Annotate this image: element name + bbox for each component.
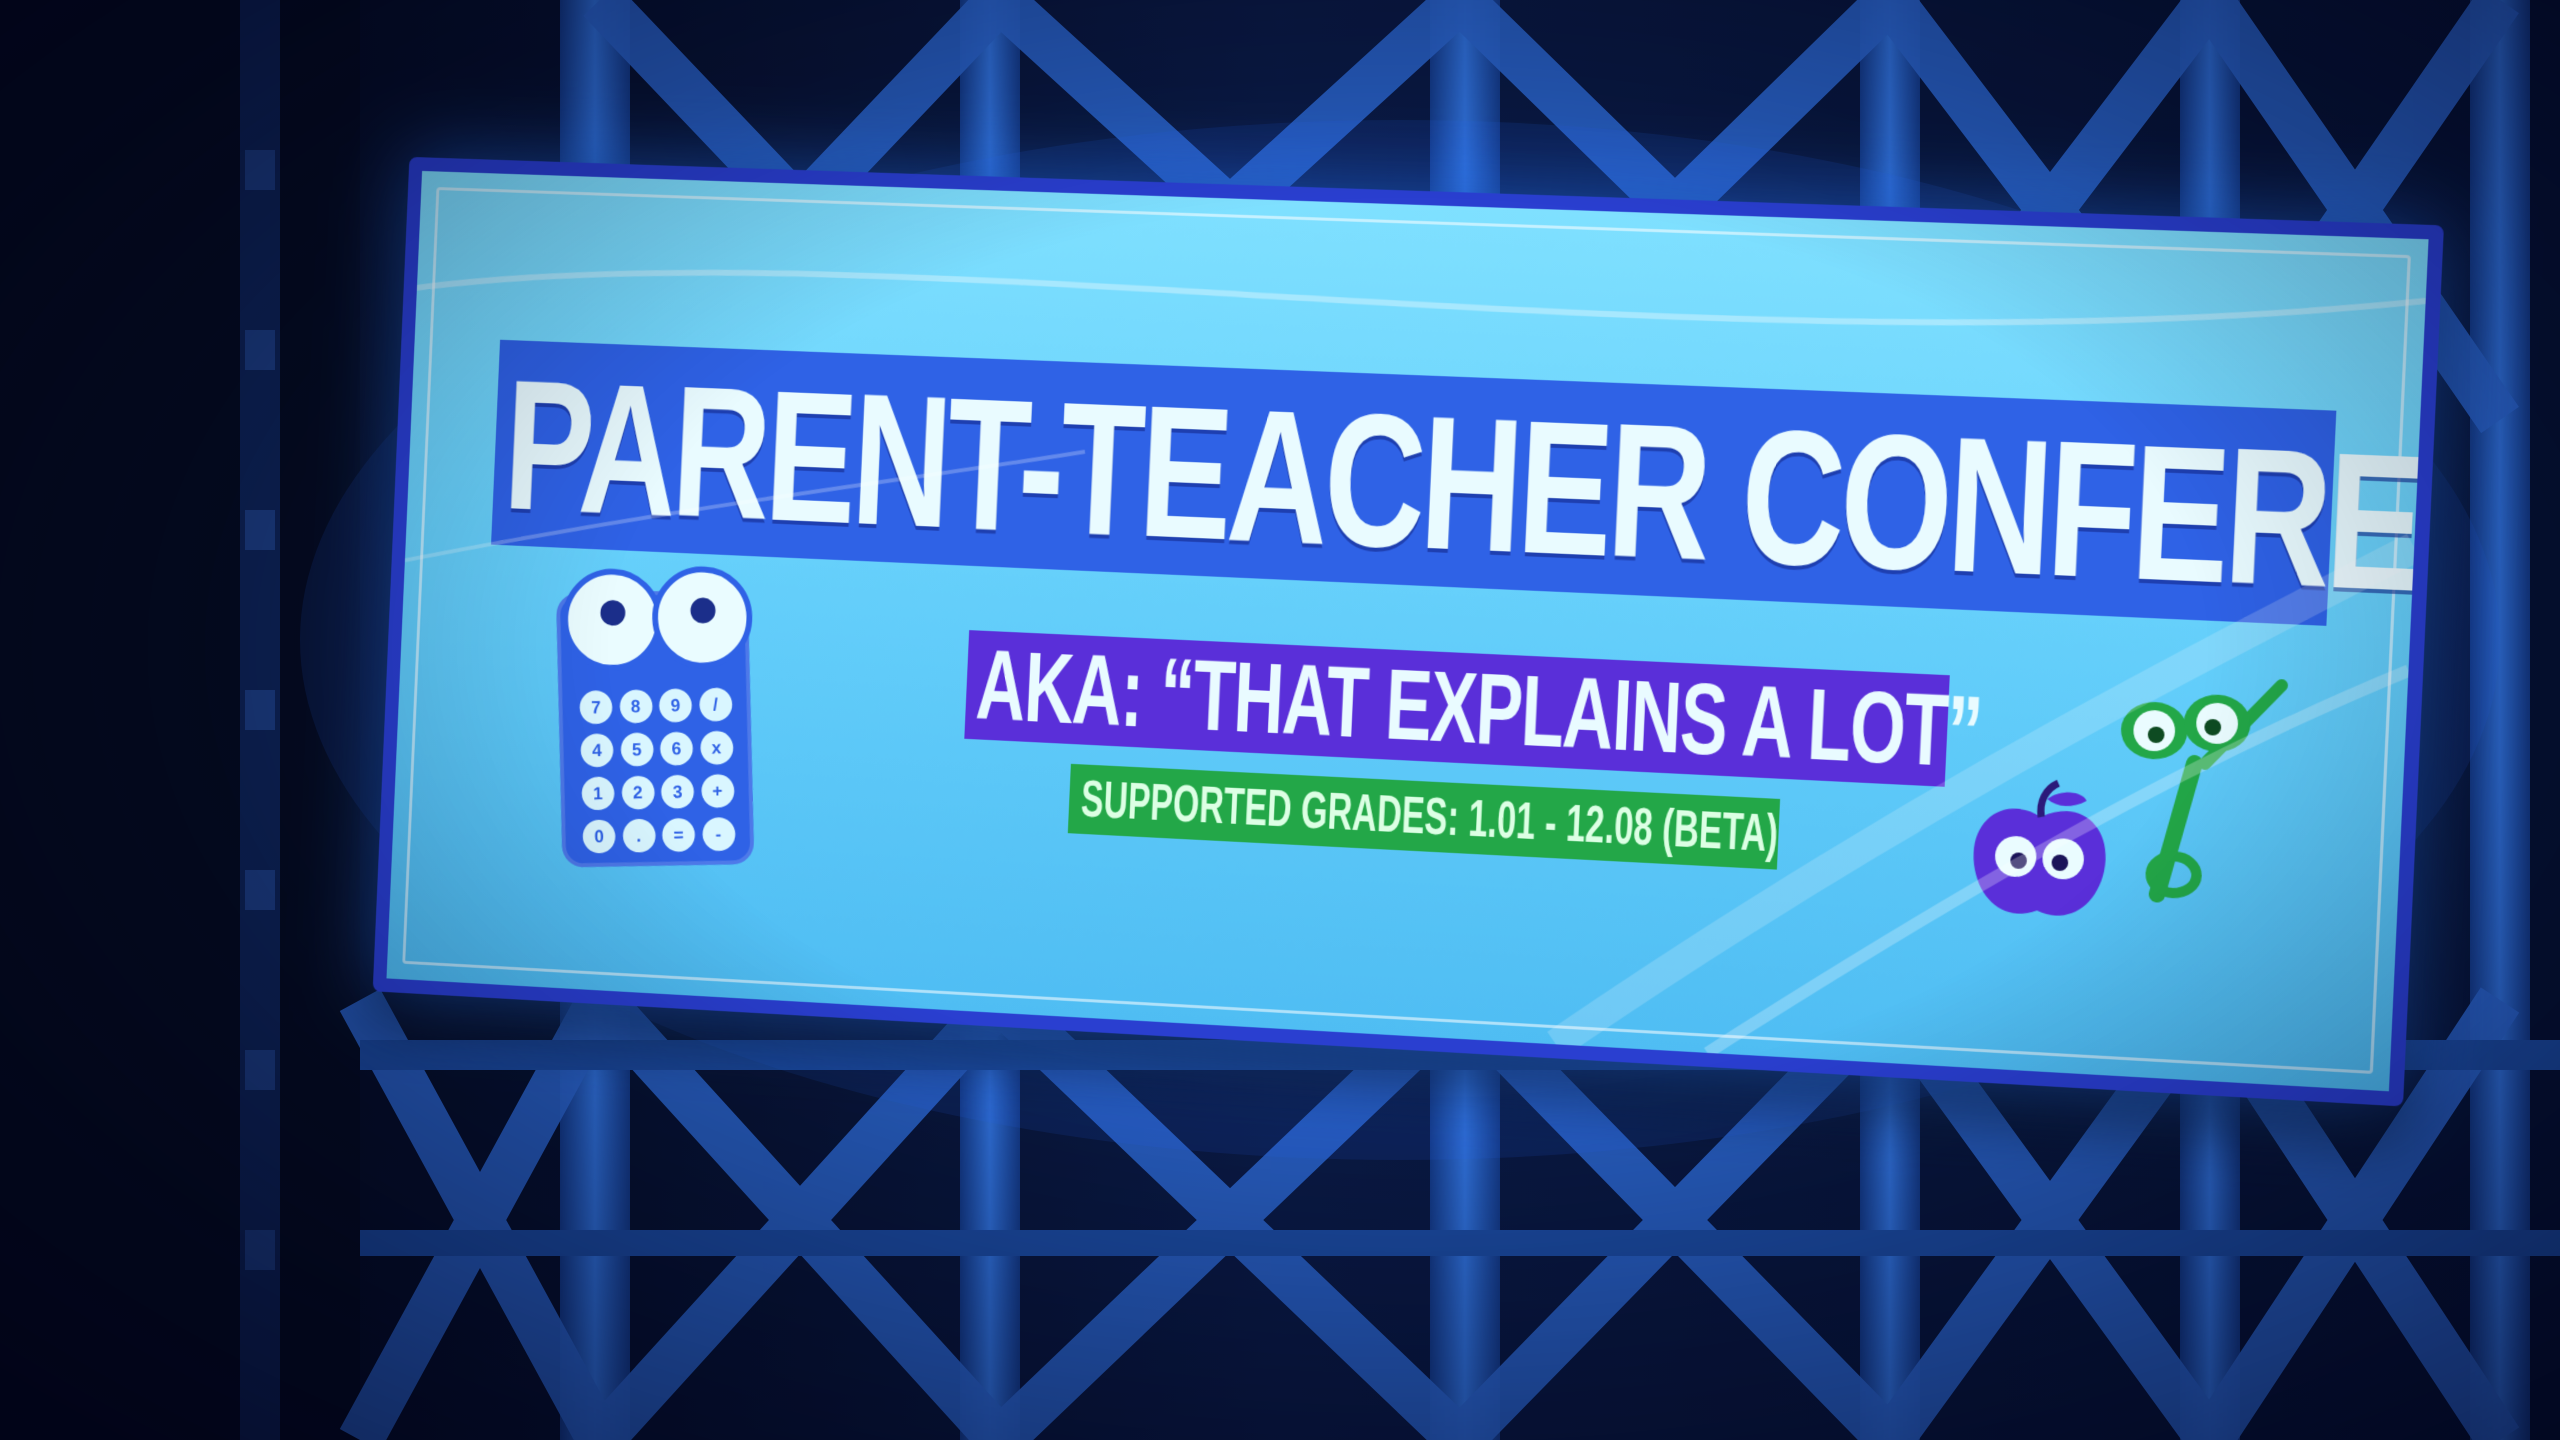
calculator-key: 4 <box>580 733 614 768</box>
calculator-key: 7 <box>579 690 613 725</box>
calculator-key: 2 <box>621 775 655 810</box>
conference-banner: PARENT-TEACHER CONFERENCES AKA: “THAT EX… <box>372 156 2444 1107</box>
banner-container: PARENT-TEACHER CONFERENCES AKA: “THAT EX… <box>372 156 2446 1129</box>
calculator-key: 5 <box>620 732 654 767</box>
calculator-key: 8 <box>619 689 653 724</box>
calculator-key: + <box>700 773 735 809</box>
calculator-key: 6 <box>659 731 694 766</box>
calculator-mascot-icon: 7 8 9/ 4 5 6 x 1 2 3 +0. = - <box>556 565 755 868</box>
calculator-key: / <box>698 687 733 722</box>
calculator-key: 9 <box>658 688 693 723</box>
calculator-key: . <box>622 818 656 853</box>
night-gate-scene: PARENT-TEACHER CONFERENCES AKA: “THAT EX… <box>0 0 2560 1440</box>
calculator-key: 3 <box>660 774 695 809</box>
calculator-key: - <box>701 817 736 852</box>
calculator-key: 0 <box>582 819 616 854</box>
calculator-key: x <box>699 730 734 765</box>
calculator-key: = <box>661 817 696 852</box>
calculator-key: 1 <box>581 776 615 811</box>
scissors-mascot-icon <box>2119 667 2313 912</box>
calculator-keypad: 7 8 9/ 4 5 6 x 1 2 3 +0. = - <box>579 687 736 857</box>
